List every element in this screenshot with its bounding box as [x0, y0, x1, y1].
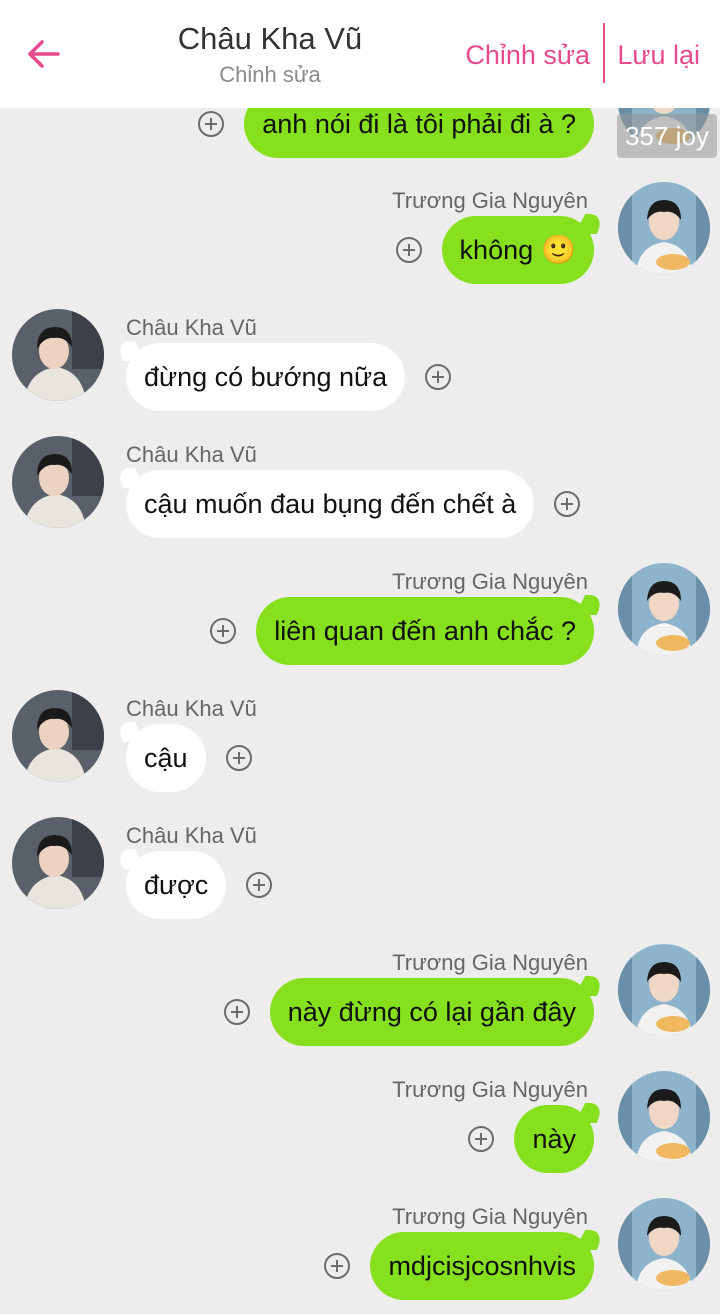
message-row: này đừng có lại gần đây: [223, 978, 594, 1046]
message-text: này đừng có lại gần đây: [287, 997, 576, 1027]
message-row: không 🙂: [395, 216, 594, 284]
add-reaction-icon[interactable]: [324, 1253, 351, 1279]
message-bubble[interactable]: mdjcisjcosnhvis: [370, 1232, 594, 1300]
avatar[interactable]: [12, 817, 104, 909]
message-bubble[interactable]: đừng có bướng nữa: [126, 343, 406, 411]
save-button[interactable]: Lưu lại: [617, 38, 700, 72]
add-reaction-icon[interactable]: [554, 491, 581, 517]
sender-name: Trương Gia Nguyên: [392, 188, 588, 213]
add-reaction-icon[interactable]: [468, 1126, 495, 1152]
message-text: anh nói đi là tôi phải đi à ?: [262, 109, 576, 139]
message-text: được: [144, 870, 209, 900]
message-bubble[interactable]: cậu muốn đau bụng đến chết à: [126, 470, 535, 538]
watermark-badge: 357 joy: [617, 114, 717, 158]
title-block: Châu Kha Vũ Chỉnh sửa: [110, 20, 430, 92]
add-reaction-icon[interactable]: [223, 999, 250, 1025]
avatar[interactable]: [618, 944, 710, 1036]
message-bubble[interactable]: này đừng có lại gần đây: [269, 978, 594, 1046]
edit-button[interactable]: Chỉnh sửa: [465, 38, 590, 72]
add-reaction-icon[interactable]: [425, 364, 452, 390]
avatar[interactable]: [618, 563, 710, 655]
message-row: đừng có bướng nữa: [126, 343, 452, 411]
message-row: cậu muốn đau bụng đến chết à: [126, 470, 581, 538]
avatar[interactable]: [618, 1071, 710, 1163]
message-text: đừng có bướng nữa: [144, 362, 388, 392]
message-row: cậu: [126, 724, 252, 792]
add-reaction-icon[interactable]: [395, 237, 422, 263]
message-bubble[interactable]: cậu: [126, 724, 206, 792]
message-row: liên quan đến anh chắc ?: [210, 597, 594, 665]
avatar[interactable]: [618, 1198, 710, 1290]
sender-name: Châu Kha Vũ: [126, 315, 257, 340]
top-bar: Châu Kha Vũ Chỉnh sửa Chỉnh sửa Lưu lại: [0, 0, 720, 108]
message-bubble[interactable]: được: [126, 851, 227, 919]
avatar[interactable]: [12, 690, 104, 782]
smile-emoji-icon: 🙂: [541, 233, 576, 266]
message-row: mdjcisjcosnhvis: [324, 1232, 594, 1300]
avatar[interactable]: [618, 182, 710, 274]
header-divider: [603, 23, 605, 83]
message-text: không: [459, 235, 534, 265]
sender-name: Trương Gia Nguyên: [392, 1077, 588, 1102]
sender-name: Châu Kha Vũ: [126, 823, 257, 848]
message-bubble[interactable]: không 🙂: [441, 216, 594, 284]
avatar[interactable]: [12, 309, 104, 401]
message-row: này: [468, 1105, 594, 1173]
message-row: được: [126, 851, 273, 919]
avatar[interactable]: [12, 436, 104, 528]
message-text: này: [532, 1124, 576, 1154]
message-text: mdjcisjcosnhvis: [388, 1251, 576, 1281]
chat-title: Châu Kha Vũ: [177, 21, 363, 56]
add-reaction-icon[interactable]: [198, 111, 225, 137]
add-reaction-icon[interactable]: [246, 872, 273, 898]
sender-name: Trương Gia Nguyên: [392, 1204, 588, 1229]
sender-name: Châu Kha Vũ: [126, 696, 257, 721]
message-bubble[interactable]: liên quan đến anh chắc ?: [256, 597, 594, 665]
add-reaction-icon[interactable]: [225, 745, 252, 771]
sender-name: Châu Kha Vũ: [126, 442, 257, 467]
message-bubble[interactable]: này: [514, 1105, 594, 1173]
back-arrow-icon[interactable]: [22, 32, 66, 76]
add-reaction-icon[interactable]: [210, 618, 237, 644]
message-text: cậu: [144, 743, 188, 773]
sender-name: Trương Gia Nguyên: [392, 950, 588, 975]
message-text: liên quan đến anh chắc ?: [274, 616, 576, 646]
chat-subtitle: Chỉnh sửa: [219, 62, 321, 87]
sender-name: Trương Gia Nguyên: [392, 569, 588, 594]
message-text: cậu muốn đau bụng đến chết à: [144, 489, 517, 519]
